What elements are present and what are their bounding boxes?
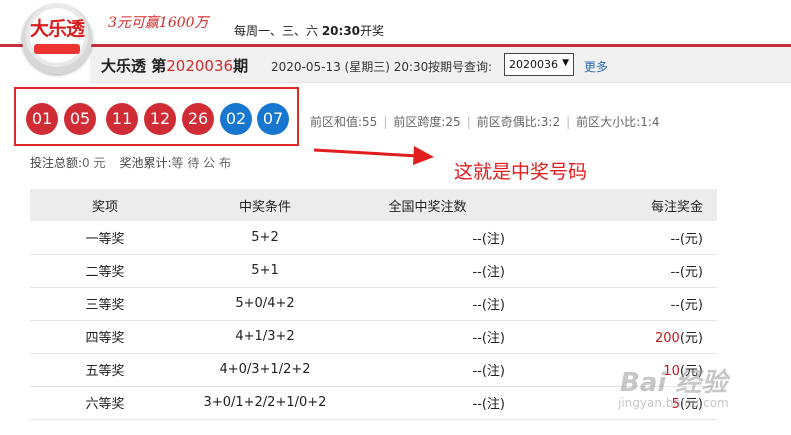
draw-schedule: 每周一、三、六 20:30开奖: [234, 22, 384, 39]
baidu-jingyan-watermark: Bai 经验 jingyan.baidu.com: [590, 360, 760, 420]
period-prefix: 第: [146, 57, 167, 75]
amount-value: --: [670, 265, 680, 280]
sales-totals: 投注总额:0 元奖池累计:等 待 公 布: [30, 154, 245, 171]
column-header: 中奖条件: [180, 189, 350, 221]
prize-condition: 5+2: [180, 221, 350, 255]
stat-value: 1:4: [640, 115, 660, 129]
winner-count: --(注): [350, 386, 505, 420]
winning-numbers-box: 01 05 11 12 26 02 07: [14, 87, 299, 146]
stat-label: 前区奇偶比:: [476, 115, 541, 129]
back-ball: 07: [257, 103, 289, 135]
period-number: 2020036: [166, 57, 234, 75]
stat-label: 前区跨度:: [393, 115, 446, 129]
prize-condition: 4+0/3+1/2+2: [180, 353, 350, 387]
winner-count: --(注): [350, 221, 505, 255]
pool-label: 奖池累计:: [119, 156, 172, 170]
table-row: 四等奖 4+1/3+2 --(注) 200(元): [30, 320, 717, 354]
prize-level: 二等奖: [30, 254, 180, 288]
amount-value: --: [670, 298, 680, 313]
sales-label: 投注总额:: [30, 156, 83, 170]
logo-ribbon: [34, 44, 80, 54]
slogan: 3元可赢1600万: [108, 15, 209, 31]
lottery-logo[interactable]: 大乐透: [22, 4, 92, 74]
prize-level: 六等奖: [30, 386, 180, 420]
amount-unit: (元): [679, 265, 703, 280]
column-header: 全国中奖注数: [350, 189, 505, 221]
logo-text: 大乐透: [29, 18, 85, 40]
stat-separator: |: [566, 115, 571, 129]
winner-count: --(注): [350, 353, 505, 387]
more-link[interactable]: 更多: [584, 58, 608, 75]
page-title: 大乐透 第2020036期: [101, 55, 248, 76]
stat-label: 前区大小比:: [576, 115, 641, 129]
draw-stats: 前区和值:55 | 前区跨度:25 | 前区奇偶比:3:2 | 前区大小比:1:4: [310, 113, 660, 130]
prize-amount: --(元): [505, 221, 717, 255]
prize-level: 三等奖: [30, 287, 180, 321]
amount-value: --: [670, 231, 680, 247]
pool-value: 等 待 公 布: [171, 156, 231, 170]
prize-condition: 3+0/1+2/2+1/0+2: [180, 386, 350, 420]
prize-amount: --(元): [505, 287, 717, 321]
winner-count: --(注): [350, 320, 505, 354]
logo-badge: 大乐透: [28, 14, 86, 60]
back-ball: 02: [220, 103, 252, 135]
table-row: 三等奖 5+0/4+2 --(注) --(元): [30, 287, 717, 321]
draw-time: 20:30: [321, 24, 361, 38]
draw-info-bar: 大乐透 第2020036期 2020-05-13 (星期三) 20:30 按期号…: [90, 47, 791, 83]
prize-level: 五等奖: [30, 353, 180, 387]
selected-period: 2020036: [509, 58, 558, 71]
sales-value: 0 元: [82, 156, 106, 170]
prize-amount: --(元): [505, 254, 717, 288]
period-select[interactable]: 2020036 ▼: [504, 53, 574, 76]
watermark-url: jingyan.baidu.com: [618, 396, 729, 410]
prize-level: 一等奖: [30, 221, 180, 255]
winner-count: --(注): [350, 287, 505, 321]
winner-count: --(注): [350, 254, 505, 288]
front-ball: 12: [144, 103, 176, 135]
game-name: 大乐透: [101, 57, 147, 75]
draw-days-suffix: 开奖: [360, 24, 385, 38]
stat-separator: |: [383, 115, 388, 129]
stat-value: 3:2: [540, 115, 561, 129]
front-ball: 26: [182, 103, 214, 135]
stat-value: 25: [445, 115, 461, 129]
column-header: 每注奖金: [505, 189, 717, 221]
top-header: 大乐透 3元可赢1600万 每周一、三、六 20:30开奖: [0, 0, 791, 74]
table-row: 一等奖 5+2 --(注) --(元): [30, 221, 717, 255]
front-ball: 01: [26, 103, 58, 135]
front-ball: 11: [106, 103, 138, 135]
front-ball: 05: [64, 103, 96, 135]
draw-date: 2020-05-13 (星期三) 20:30: [271, 60, 429, 74]
amount-unit: (元): [679, 231, 703, 247]
annotation-label: 这就是中奖号码: [454, 161, 588, 183]
table-header-row: 奖项 中奖条件 全国中奖注数 每注奖金: [30, 189, 717, 221]
prize-amount: 200(元): [505, 320, 717, 354]
stat-label: 前区和值:: [310, 115, 363, 129]
prize-level: 四等奖: [30, 320, 180, 354]
draw-days: 每周一、三、六: [234, 24, 322, 38]
annotation-arrow-icon: [313, 146, 434, 165]
table-row: 二等奖 5+1 --(注) --(元): [30, 254, 717, 288]
stat-separator: |: [466, 115, 471, 129]
column-header: 奖项: [30, 189, 180, 221]
prize-condition: 5+1: [180, 254, 350, 288]
query-label: 按期号查询:: [428, 60, 493, 74]
prize-condition: 4+1/3+2: [180, 320, 350, 354]
prize-condition: 5+0/4+2: [180, 287, 350, 321]
watermark-brand: Bai 经验: [620, 368, 728, 398]
amount-value: 200: [655, 331, 680, 346]
amount-unit: (元): [679, 298, 703, 313]
amount-unit: (元): [679, 331, 703, 346]
stat-value: 55: [362, 115, 378, 129]
dropdown-arrow-icon: ▼: [562, 58, 569, 68]
period-suffix: 期: [233, 57, 249, 75]
